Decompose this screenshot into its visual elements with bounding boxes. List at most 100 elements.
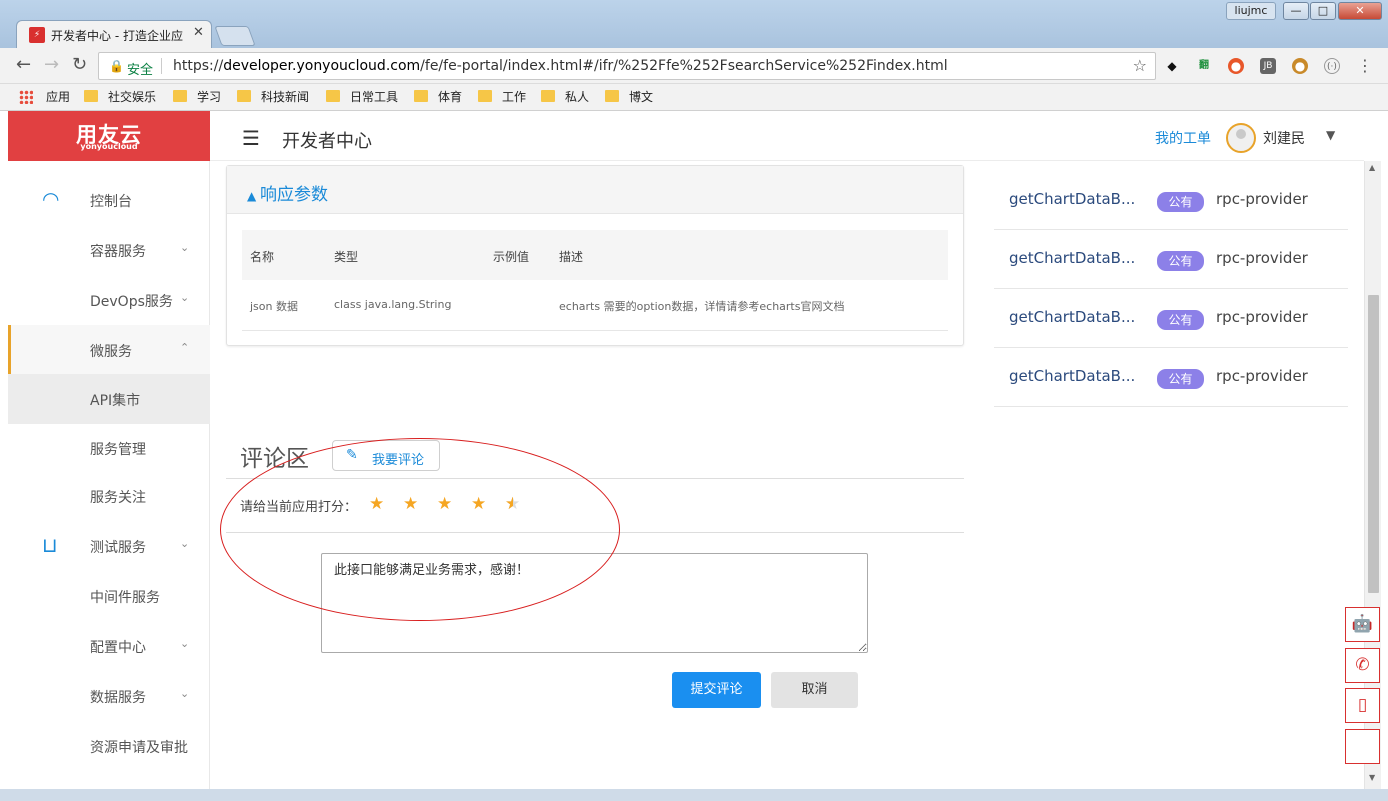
brand-logo[interactable]: 用友云 yonyoucloud: [8, 111, 210, 161]
chevron-down-icon: ⌄: [180, 637, 190, 650]
bookmark-folder[interactable]: 日常工具: [326, 89, 398, 105]
provider-label: rpc-provider: [1216, 308, 1308, 326]
submit-comment-button[interactable]: 提交评论: [672, 672, 761, 708]
url-text[interactable]: https://developer.yonyoucloud.com/fe/fe-…: [173, 58, 948, 74]
float-blank-button[interactable]: [1345, 729, 1380, 764]
close-window-button[interactable]: ✕: [1338, 2, 1382, 20]
hamburger-menu-icon[interactable]: ☰: [242, 126, 260, 150]
table-header: 名称 类型 示例值 描述: [242, 230, 948, 280]
caret-down-icon[interactable]: ▼: [1326, 128, 1335, 142]
extension-icon[interactable]: ●: [1228, 58, 1244, 74]
api-name-link[interactable]: getChartDataB...: [1009, 367, 1135, 385]
chevron-down-icon: ⌄: [180, 241, 190, 254]
caret-up-icon: ▲: [247, 189, 261, 203]
menu-icon[interactable]: ⋮: [1357, 56, 1373, 75]
new-tab-button[interactable]: [214, 26, 256, 46]
back-icon[interactable]: ←: [16, 56, 31, 74]
sidebar-item-config-center[interactable]: 配置中心 ⌄: [8, 621, 210, 671]
cookie-icon[interactable]: ●: [1292, 58, 1308, 74]
bookmark-folder[interactable]: 博文: [605, 89, 653, 105]
extension-icon[interactable]: ◆: [1164, 58, 1180, 74]
extension-icon[interactable]: (·): [1324, 58, 1340, 74]
bookmark-folder[interactable]: 工作: [478, 89, 526, 105]
title-bar: ⚡ 开发者中心 - 打造企业应 ✕ liujmc — □ ✕: [0, 0, 1388, 48]
robot-assistant-icon[interactable]: 🤖: [1345, 607, 1380, 642]
browser-tab[interactable]: ⚡ 开发者中心 - 打造企业应 ✕: [16, 20, 212, 48]
chevron-down-icon: ⌄: [180, 537, 190, 550]
extension-icon[interactable]: JB: [1260, 58, 1276, 74]
bookmark-folder[interactable]: 体育: [414, 89, 462, 105]
sidebar-item-resource-approval[interactable]: 资源申请及审批: [8, 721, 210, 771]
bookmark-folder[interactable]: 私人: [541, 89, 589, 105]
table-cell: json 数据: [250, 300, 298, 313]
bookmark-star-icon[interactable]: ☆: [1133, 56, 1147, 75]
main-content: ▲ 响应参数 名称 类型 示例值 描述 json 数据 class java.l…: [211, 161, 1364, 801]
bookmarks-bar: 应用 社交娱乐 学习 科技新闻 日常工具 体育 工作 私人 博文: [0, 84, 1388, 111]
separator: [161, 58, 162, 74]
bookmark-apps[interactable]: 应用: [46, 89, 70, 105]
sidebar-item-container-service[interactable]: 容器服务 ⌄: [8, 225, 210, 275]
sidebar-item-devops[interactable]: DevOps服务 ⌄: [8, 275, 210, 325]
provider-label: rpc-provider: [1216, 190, 1308, 208]
browser-window: ⚡ 开发者中心 - 打造企业应 ✕ liujmc — □ ✕ ← → ↻ 🔒 安…: [0, 0, 1388, 801]
sidebar-item-api-market[interactable]: API集市: [8, 374, 210, 424]
secure-label: 安全: [127, 63, 154, 78]
sidebar-item-service-management[interactable]: 服务管理: [8, 423, 210, 473]
sidebar-item-service-follow[interactable]: 服务关注: [8, 471, 210, 521]
list-item[interactable]: getChartDataB... 公有 rpc-provider: [994, 171, 1348, 230]
shopping-bag-icon: ⊔: [42, 533, 58, 557]
sidebar-item-test-service[interactable]: ⊔ 测试服务 ⌄: [8, 521, 210, 571]
cancel-button[interactable]: 取消: [771, 672, 858, 708]
column-header: 示例值: [493, 250, 530, 264]
scroll-down-icon[interactable]: ▼: [1369, 773, 1375, 782]
folder-icon: [605, 90, 619, 102]
sidebar-item-console[interactable]: ◠ 控制台: [8, 175, 210, 225]
bookmark-folder[interactable]: 科技新闻: [237, 89, 309, 105]
list-item[interactable]: getChartDataB... 公有 rpc-provider: [994, 230, 1348, 289]
row-divider: [242, 330, 948, 331]
window-frame: [0, 789, 1388, 801]
reload-icon[interactable]: ↻: [72, 56, 87, 74]
folder-icon: [237, 90, 251, 102]
minimize-button[interactable]: —: [1283, 2, 1309, 20]
forward-icon[interactable]: →: [44, 56, 59, 74]
response-params-panel: ▲ 响应参数 名称 类型 示例值 描述 json 数据 class java.l…: [226, 165, 964, 346]
phone-icon[interactable]: ✆: [1345, 648, 1380, 683]
annotation-ellipse: [220, 438, 620, 621]
list-item[interactable]: getChartDataB... 公有 rpc-provider: [994, 348, 1348, 407]
bookmark-folder[interactable]: 社交娱乐: [84, 89, 156, 105]
sidebar-item-data-service[interactable]: 数据服务 ⌄: [8, 671, 210, 721]
api-name-link[interactable]: getChartDataB...: [1009, 308, 1135, 326]
bookmark-folder[interactable]: 学习: [173, 89, 221, 105]
logo-subtext: yonyoucloud: [80, 142, 138, 151]
panel-header[interactable]: ▲ 响应参数: [227, 166, 963, 214]
scroll-thumb[interactable]: [1368, 295, 1379, 593]
folder-icon: [84, 90, 98, 102]
folder-icon: [478, 90, 492, 102]
mobile-icon[interactable]: ▯: [1345, 688, 1380, 723]
column-header: 类型: [334, 250, 359, 264]
provider-label: rpc-provider: [1216, 367, 1308, 385]
avatar[interactable]: [1226, 123, 1256, 153]
chevron-down-icon: ⌄: [180, 291, 190, 304]
panel-title[interactable]: ▲ 响应参数: [247, 180, 328, 205]
api-name-link[interactable]: getChartDataB...: [1009, 249, 1135, 267]
column-header: 描述: [559, 250, 584, 264]
sidebar-item-microservice[interactable]: 微服务 ⌃: [8, 325, 210, 375]
scroll-up-icon[interactable]: ▲: [1369, 163, 1375, 172]
api-name-link[interactable]: getChartDataB...: [1009, 190, 1135, 208]
folder-icon: [326, 90, 340, 102]
extension-icon[interactable]: 翻: [1196, 58, 1212, 74]
sidebar-item-middleware[interactable]: 中间件服务: [8, 571, 210, 621]
tab-close-icon[interactable]: ✕: [193, 25, 204, 40]
list-item[interactable]: getChartDataB... 公有 rpc-provider: [994, 289, 1348, 348]
my-tickets-link[interactable]: 我的工单: [1155, 128, 1211, 148]
maximize-button[interactable]: □: [1310, 2, 1336, 20]
username[interactable]: 刘建民: [1263, 128, 1305, 148]
profile-badge[interactable]: liujmc: [1226, 2, 1276, 20]
address-bar[interactable]: 🔒 安全 https://developer.yonyoucloud.com/f…: [98, 52, 1156, 80]
page-title: 开发者中心: [282, 131, 372, 152]
apps-grid-icon[interactable]: [19, 90, 33, 104]
chevron-up-icon: ⌃: [180, 341, 190, 354]
dashboard-gauge-icon: ◠: [42, 187, 60, 211]
